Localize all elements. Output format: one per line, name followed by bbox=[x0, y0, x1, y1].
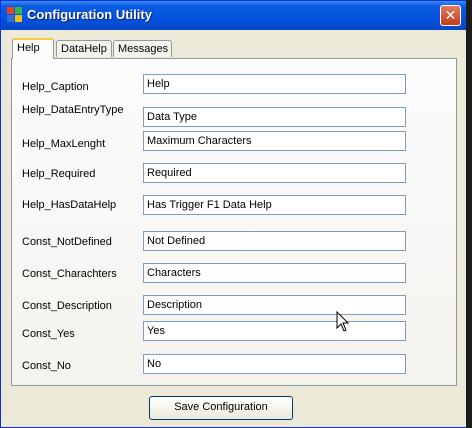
field-label-const-notdefined: Const_NotDefined bbox=[22, 236, 112, 248]
field-label-help-hasdatahelp: Help_HasDataHelp bbox=[22, 199, 117, 211]
const-description-input[interactable]: Description bbox=[143, 295, 406, 315]
title-bar[interactable]: Configuration Utility ✕ bbox=[1, 1, 467, 30]
mouse-pointer-icon bbox=[336, 311, 350, 332]
save-configuration-button[interactable]: Save Configuration bbox=[149, 396, 293, 420]
tab-messages[interactable]: Messages bbox=[113, 40, 172, 57]
const-no-input[interactable]: No bbox=[143, 354, 406, 374]
const-notdefined-input[interactable]: Not Defined bbox=[143, 231, 406, 251]
help-dataentrytype-input[interactable]: Data Type bbox=[143, 107, 406, 127]
window-title: Configuration Utility bbox=[27, 7, 152, 22]
desktop-edge bbox=[466, 0, 472, 428]
field-label-help-required: Help_Required bbox=[22, 168, 96, 180]
help-required-input[interactable]: Required bbox=[143, 163, 406, 183]
field-label-const-yes: Const_Yes bbox=[22, 328, 75, 340]
field-label-help-caption: Help_Caption bbox=[22, 81, 89, 93]
help-maxlenght-input[interactable]: Maximum Characters bbox=[143, 131, 406, 151]
configuration-window: Configuration Utility ✕ Help DataHelp Me… bbox=[0, 0, 468, 428]
field-label-const-description: Const_Description bbox=[22, 300, 112, 312]
tab-help[interactable]: Help bbox=[12, 38, 54, 59]
tab-datahelp[interactable]: DataHelp bbox=[56, 40, 112, 57]
const-charachters-input[interactable]: Characters bbox=[143, 263, 406, 283]
close-icon[interactable]: ✕ bbox=[440, 5, 461, 26]
help-hasdatahelp-input[interactable]: Has Trigger F1 Data Help bbox=[143, 195, 406, 215]
field-label-const-no: Const_No bbox=[22, 360, 71, 372]
app-icon[interactable] bbox=[7, 7, 23, 23]
field-label-help-maxlenght: Help_MaxLenght bbox=[22, 138, 106, 150]
const-yes-input[interactable]: Yes bbox=[143, 321, 406, 341]
help-caption-input[interactable]: Help bbox=[143, 74, 406, 94]
field-label-help-dataentrytype: Help_DataEntryType bbox=[22, 104, 124, 116]
field-label-const-charachters: Const_Charachters bbox=[22, 268, 117, 280]
